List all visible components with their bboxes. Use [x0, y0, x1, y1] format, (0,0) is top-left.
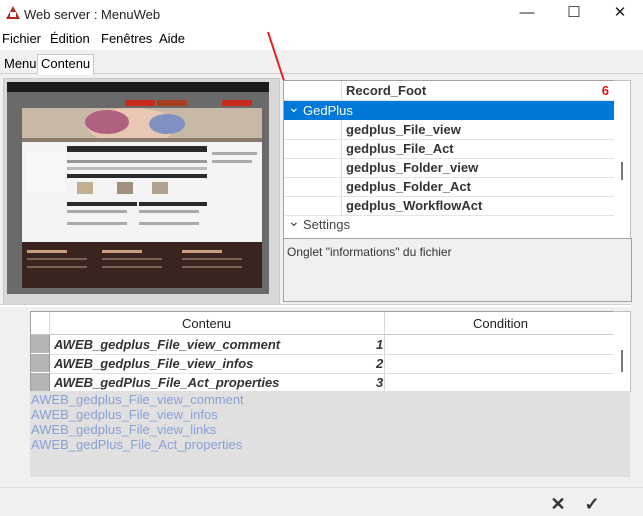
table-row[interactable]: AWEB_gedplus_File_view_infos 2 [31, 354, 614, 374]
tree-row-label: gedplus_Folder_view [346, 160, 479, 175]
tree-row-gedplus-file-act[interactable]: gedplus_File_Act [284, 139, 615, 159]
list-item[interactable]: AWEB_gedplus_File_view_links [31, 422, 216, 437]
tree-row-label: gedplus_File_Act [346, 141, 454, 156]
confirm-button[interactable]: ✓ [582, 494, 602, 514]
footer-bar [0, 487, 643, 516]
tree-row-gedplus-folder-act[interactable]: gedplus_Folder_Act [284, 177, 615, 197]
menu-aide[interactable]: Aide [159, 31, 185, 46]
tree-group-label: Settings [303, 217, 350, 232]
app-logo-icon-detail [10, 12, 16, 17]
tree-row-label: Record_Foot [346, 83, 427, 98]
tabs-divider [0, 73, 643, 74]
chevron-down-icon[interactable]: ⌄ [288, 98, 300, 117]
row-header[interactable] [31, 354, 50, 372]
tree-column-divider [341, 81, 342, 100]
tree-group-label: GedPlus [303, 103, 353, 118]
tree-row-label: gedplus_File_view [346, 122, 461, 137]
row-content: AWEB_gedplus_File_view_comment [54, 337, 281, 352]
description-text: Onglet "informations" du fichier [287, 245, 452, 259]
tree-row-gedplus-folder-view[interactable]: gedplus_Folder_view [284, 158, 615, 178]
tree-column-divider [341, 196, 342, 215]
table-scrollbar-thumb[interactable] [621, 350, 623, 372]
tree-row-label: gedplus_Folder_Act [346, 179, 471, 194]
table-row[interactable]: AWEB_gedplus_File_view_comment 1 [31, 335, 614, 355]
row-order: 2 [376, 356, 384, 371]
menu-edition[interactable]: Édition [50, 31, 90, 46]
tree-row-count: 6 [601, 83, 609, 98]
tree-group-settings[interactable]: ⌄ Settings [284, 212, 615, 234]
tree-column-divider [341, 139, 342, 158]
window-title: Web server : MenuWeb [24, 7, 161, 22]
menu-bar [0, 28, 643, 50]
tree-column-divider [341, 158, 342, 177]
row-header[interactable] [31, 373, 50, 391]
row-order: 1 [376, 337, 384, 352]
tree-row-record-foot[interactable]: Record_Foot 6 [284, 81, 615, 101]
tab-menu[interactable]: Menu [1, 55, 40, 73]
table-header: Contenu Condition [31, 312, 614, 335]
tree-scrollbar-thumb[interactable] [621, 162, 623, 180]
content-table: Contenu Condition AWEB_gedplus_File_view… [30, 311, 615, 392]
tree-column-divider [341, 120, 342, 139]
row-content: AWEB_gedplus_File_view_infos [54, 356, 254, 371]
menu-tree[interactable]: Record_Foot 6 ⌄ GedPlus gedplus_File_vie… [283, 80, 616, 240]
tree-row-label: gedplus_WorkflowAct [346, 198, 483, 213]
table-row[interactable]: AWEB_gedPlus_File_Act_properties 3 [31, 373, 614, 392]
list-item[interactable]: AWEB_gedPlus_File_Act_properties [31, 437, 242, 452]
list-item[interactable]: AWEB_gedplus_File_view_comment [31, 392, 244, 407]
header-contenu[interactable]: Contenu [182, 316, 231, 331]
tree-group-gedplus[interactable]: ⌄ GedPlus [284, 98, 615, 120]
minimize-button[interactable]: — [504, 0, 550, 28]
tab-contenu[interactable]: Contenu [37, 54, 95, 75]
preview-thumbnail [7, 82, 269, 294]
tree-row-gedplus-file-view[interactable]: gedplus_File_view [284, 120, 615, 140]
cancel-button[interactable]: ✕ [548, 494, 568, 514]
header-condition[interactable]: Condition [473, 316, 528, 331]
page-preview-image [7, 82, 269, 294]
chevron-down-icon[interactable]: ⌄ [288, 212, 300, 231]
tree-column-divider [341, 177, 342, 196]
menu-fichier[interactable]: Fichier [2, 31, 41, 46]
close-window-button[interactable]: ✕ [597, 0, 643, 28]
panel-splitter[interactable] [0, 304, 631, 307]
list-item[interactable]: AWEB_gedplus_File_view_infos [31, 407, 218, 422]
tree-scrollbar[interactable] [614, 80, 631, 240]
row-header[interactable] [31, 335, 50, 353]
maximize-button[interactable]: ☐ [551, 0, 597, 28]
menu-fenetres[interactable]: Fenêtres [101, 31, 152, 46]
row-order: 3 [376, 375, 384, 390]
row-content: AWEB_gedPlus_File_Act_properties [54, 375, 280, 390]
tree-row-gedplus-workflowact[interactable]: gedplus_WorkflowAct [284, 196, 615, 216]
